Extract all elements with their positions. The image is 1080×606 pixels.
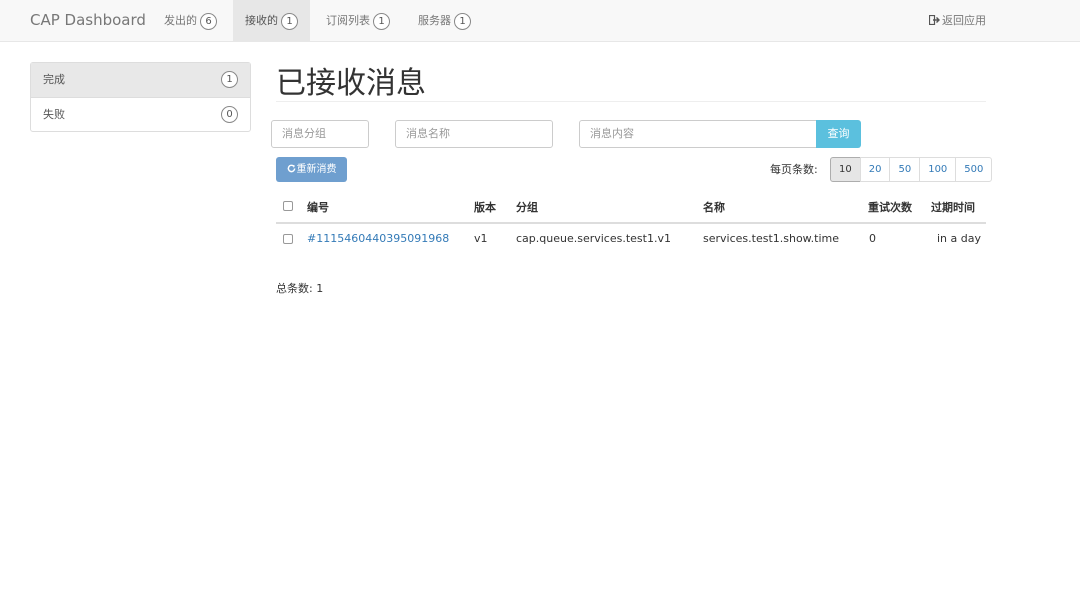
nav-subscriptions[interactable]: 订阅列表 1	[314, 0, 402, 41]
page-size-label: 每页条数:	[770, 163, 818, 176]
name-filter-input[interactable]: 消息名称	[395, 120, 553, 148]
row-checkbox[interactable]	[283, 234, 293, 244]
back-to-app-label: 返回应用	[942, 14, 986, 27]
sidebar-item-succeeded[interactable]: 完成 1	[31, 63, 250, 97]
page-title: 已接收消息	[276, 66, 426, 101]
cell-expires: in a day	[937, 232, 981, 245]
sidebar: 完成 1 失败 0	[30, 62, 251, 132]
page-size-option[interactable]: 20	[859, 157, 891, 182]
column-header-version: 版本	[474, 201, 496, 214]
column-header-retries: 重试次数	[868, 201, 912, 214]
brand-logo[interactable]: CAP Dashboard	[30, 11, 146, 29]
page-size-selector: 10 20 50 100 500	[830, 157, 993, 182]
column-header-name: 名称	[703, 201, 725, 214]
cell-retries: 0	[869, 232, 876, 245]
nav-received-label: 接收的	[245, 14, 278, 27]
message-id-link[interactable]: #1115460440395091968	[307, 232, 449, 245]
nav-subscriptions-count: 1	[373, 13, 390, 30]
page-size-option[interactable]: 50	[889, 157, 921, 182]
group-filter-input[interactable]: 消息分组	[271, 120, 369, 148]
page-size-option[interactable]: 500	[955, 157, 993, 182]
page-size-option[interactable]: 100	[919, 157, 957, 182]
sidebar-item-failed[interactable]: 失败 0	[31, 97, 250, 131]
sidebar-item-count: 1	[221, 71, 238, 88]
nav-servers-count: 1	[454, 13, 471, 30]
title-divider	[276, 101, 986, 102]
cell-name: services.test1.show.time	[703, 232, 840, 245]
top-navbar: CAP Dashboard 发出的 6 接收的 1 订阅列表 1 服务器 1 返回应用	[0, 0, 1080, 42]
column-header-expires: 过期时间	[931, 201, 975, 214]
back-to-app-link[interactable]: 返回应用	[928, 0, 986, 41]
nav-published[interactable]: 发出的 6	[152, 0, 229, 41]
nav-received-count: 1	[281, 13, 298, 30]
refresh-icon	[287, 164, 295, 173]
sidebar-item-count: 0	[221, 106, 238, 123]
nav-received[interactable]: 接收的 1	[233, 0, 310, 41]
column-header-group: 分组	[516, 201, 538, 214]
nav-servers[interactable]: 服务器 1	[406, 0, 483, 41]
nav-published-label: 发出的	[164, 14, 197, 27]
sidebar-item-label: 失败	[43, 108, 65, 121]
nav-published-count: 6	[200, 13, 217, 30]
column-header-id: 编号	[307, 201, 329, 214]
table-header-divider	[276, 222, 986, 224]
query-button[interactable]: 查询	[816, 120, 861, 148]
total-count: 总条数: 1	[276, 282, 324, 295]
select-all-checkbox[interactable]	[283, 201, 293, 211]
page-size-option[interactable]: 10	[830, 157, 861, 182]
cell-group: cap.queue.services.test1.v1	[516, 232, 671, 245]
requeue-label: 重新消费	[296, 164, 337, 175]
sign-out-icon	[928, 14, 940, 26]
requeue-button[interactable]: 重新消费	[276, 157, 347, 182]
sidebar-item-label: 完成	[43, 73, 65, 86]
content-filter-input[interactable]: 消息内容	[579, 120, 817, 148]
cell-version: v1	[474, 232, 488, 245]
nav-subscriptions-label: 订阅列表	[326, 14, 370, 27]
nav-servers-label: 服务器	[418, 14, 451, 27]
